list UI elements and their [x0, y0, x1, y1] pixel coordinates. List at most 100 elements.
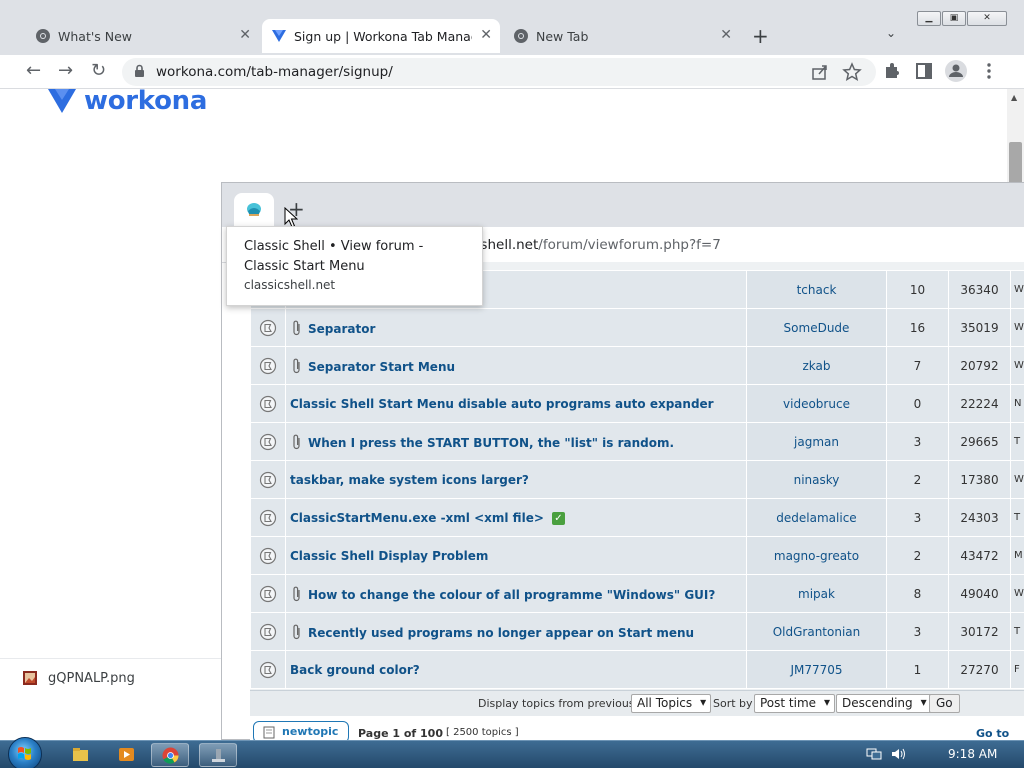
minimize-button[interactable]: ▁ [917, 11, 941, 26]
go-button[interactable]: Go [929, 694, 960, 713]
topic-author[interactable]: OldGrantonian [746, 612, 887, 651]
new-tab-button[interactable]: + [752, 24, 769, 48]
forward-button[interactable]: → [58, 60, 73, 81]
download-item[interactable]: gQPNALP.png [22, 670, 135, 686]
windows-taskbar: 9:18 AM [0, 737, 1024, 768]
profile-avatar-icon[interactable] [945, 60, 967, 82]
tab-label: New Tab [536, 28, 589, 44]
volume-icon[interactable] [890, 747, 906, 761]
page-indicator: Page 1 of 100 [358, 727, 443, 740]
topic-status-cell [250, 574, 286, 613]
close-icon[interactable]: ✕ [720, 27, 732, 43]
sort-by-label: Sort by [713, 697, 753, 710]
scroll-up-icon[interactable]: ▲ [1011, 93, 1017, 102]
start-button[interactable] [8, 737, 42, 768]
topic-author[interactable]: tchack [746, 270, 887, 309]
taskbar-media-player[interactable] [108, 743, 146, 767]
address-bar[interactable]: workona.com/tab-manager/signup/ [122, 58, 876, 86]
topic-status-cell [250, 422, 286, 461]
topic-link[interactable]: Separator Start Menu [308, 360, 455, 374]
side-panel-icon[interactable] [914, 61, 934, 81]
topic-replies: 0 [886, 384, 949, 423]
taskbar-clock[interactable]: 9:18 AM [948, 747, 997, 761]
extensions-puzzle-icon[interactable] [882, 61, 902, 81]
topic-last-post: M [1010, 536, 1024, 575]
topic-replies: 3 [886, 612, 949, 651]
attachment-icon [293, 320, 300, 335]
share-icon[interactable] [810, 62, 830, 82]
topic-title-cell: When I press the START BUTTON, the "list… [285, 422, 747, 461]
topic-author[interactable]: zkab [746, 346, 887, 385]
network-icon[interactable] [866, 747, 882, 761]
topic-author[interactable]: dedelamalice [746, 498, 887, 537]
topic-author[interactable]: magno-greato [746, 536, 887, 575]
topic-last-post: W [1010, 308, 1024, 347]
topic-link[interactable]: taskbar, make system icons larger? [290, 473, 529, 487]
tooltip-host: classicshell.net [244, 278, 336, 292]
close-icon[interactable]: ✕ [480, 27, 492, 43]
new-topic-label: newtopic [282, 725, 339, 738]
reload-button[interactable]: ↻ [91, 60, 106, 81]
topic-link[interactable]: When I press the START BUTTON, the "list… [308, 436, 674, 450]
forum-topic-list: tchack 10 36340 W Separator SomeDude 16 35019 W S… [250, 262, 1024, 740]
topic-author[interactable]: videobruce [746, 384, 887, 423]
bookmark-star-icon[interactable] [842, 62, 862, 82]
tab-search-icon[interactable]: ⌄ [886, 26, 896, 40]
topic-status-cell [250, 346, 286, 385]
topic-link[interactable]: Back ground color? [290, 663, 420, 677]
workona-logo[interactable]: workona [48, 86, 207, 116]
close-icon[interactable]: ✕ [239, 27, 251, 43]
topic-read-icon [259, 357, 277, 374]
popup-tab-classicshell[interactable] [234, 193, 274, 227]
topic-title-cell: Back ground color? [285, 650, 747, 689]
topic-author[interactable]: SomeDude [746, 308, 887, 347]
topic-author[interactable]: mipak [746, 574, 887, 613]
topic-link[interactable]: How to change the colour of all programm… [308, 588, 715, 602]
tab-whats-new[interactable]: What's New ✕ [26, 19, 259, 53]
topic-views: 17380 [948, 460, 1011, 499]
topic-last-post: T [1010, 612, 1024, 651]
topic-status-cell [250, 460, 286, 499]
topic-replies: 16 [886, 308, 949, 347]
topic-link[interactable]: Recently used programs no longer appear … [308, 626, 694, 640]
display-topics-select[interactable]: All Topics [631, 694, 712, 713]
tab-label: What's New [58, 28, 133, 44]
tab-hover-tooltip: Classic Shell • View forum - Classic Sta… [226, 226, 483, 306]
taskbar-explorer[interactable] [62, 743, 100, 767]
topic-status-cell [250, 650, 286, 689]
attachment-icon [293, 434, 300, 449]
close-window-button[interactable]: ✕ [967, 11, 1007, 26]
table-row: How to change the colour of all programm… [250, 574, 1024, 613]
topic-read-icon [259, 471, 277, 488]
topic-replies: 10 [886, 270, 949, 309]
popup-tab-strip: + [222, 183, 1024, 227]
sort-order-select[interactable]: Descending [836, 694, 932, 713]
back-button[interactable]: ← [26, 60, 41, 81]
table-row: Back ground color? JM77705 1 27270 F [250, 650, 1024, 689]
topic-author[interactable]: ninasky [746, 460, 887, 499]
media-player-icon [119, 748, 134, 761]
topic-replies: 3 [886, 498, 949, 537]
topic-read-icon [259, 319, 277, 336]
topic-read-icon [259, 509, 277, 526]
table-row: When I press the START BUTTON, the "list… [250, 422, 1024, 461]
tab-workona-signup[interactable]: Sign up | Workona Tab Manager ✕ [262, 19, 500, 53]
sort-by-select[interactable]: Post time [754, 694, 836, 713]
topic-link[interactable]: Separator [308, 322, 375, 336]
topic-views: 29665 [948, 422, 1011, 461]
maximize-button[interactable]: ▣ [942, 11, 966, 26]
chrome-icon [162, 747, 179, 764]
more-menu-icon[interactable] [979, 61, 999, 81]
topic-link[interactable]: Classic Shell Start Menu disable auto pr… [290, 397, 714, 411]
topic-views: 30172 [948, 612, 1011, 651]
tab-new-tab[interactable]: New Tab ✕ [504, 19, 740, 53]
tab-label: Sign up | Workona Tab Manager [294, 28, 472, 44]
taskbar-chrome[interactable] [151, 743, 189, 767]
taskbar-app[interactable] [199, 743, 237, 767]
topic-link[interactable]: Classic Shell Display Problem [290, 549, 488, 563]
topic-author[interactable]: JM77705 [746, 650, 887, 689]
popup-url-path: /forum/viewforum.php?f=7 [538, 237, 721, 253]
topic-author[interactable]: jagman [746, 422, 887, 461]
topic-link[interactable]: ClassicStartMenu.exe -xml <xml file> [290, 511, 544, 525]
solved-check-icon: ✓ [551, 511, 565, 525]
